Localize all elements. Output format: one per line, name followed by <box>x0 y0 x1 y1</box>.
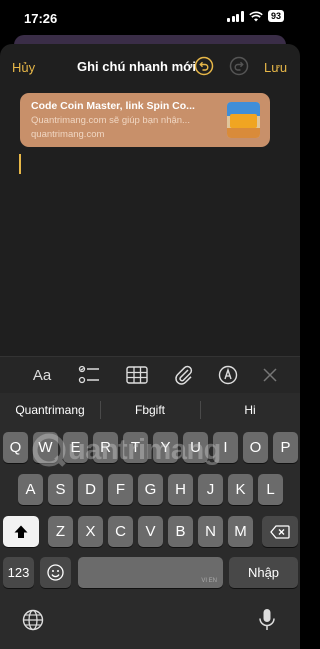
numbers-key[interactable]: 123 <box>3 557 34 588</box>
attachment-icon[interactable] <box>174 365 194 385</box>
text-cursor[interactable] <box>19 154 21 174</box>
key-j[interactable]: J <box>198 474 223 505</box>
format-text-button[interactable]: Aa <box>30 365 54 385</box>
globe-icon[interactable] <box>22 609 44 631</box>
checklist-icon[interactable] <box>78 365 100 385</box>
key-g[interactable]: G <box>138 474 163 505</box>
status-bar: 17:26 93 <box>0 0 300 38</box>
key-c[interactable]: C <box>108 516 133 547</box>
page-title: Ghi chú nhanh mới <box>77 59 197 74</box>
key-z[interactable]: Z <box>48 516 73 547</box>
status-icons: 93 <box>227 10 284 22</box>
link-description: Quantrimang.com sẽ giúp bạn nhận... <box>31 115 190 126</box>
keyboard-bottom-bar <box>0 598 300 649</box>
wifi-icon <box>249 11 263 21</box>
save-button[interactable]: Lưu <box>264 60 287 75</box>
suggestion-item[interactable]: Quantrimang <box>0 403 100 417</box>
signal-icon <box>227 10 244 22</box>
key-p[interactable]: P <box>273 432 298 463</box>
return-key[interactable]: Nhập <box>229 557 298 588</box>
key-q[interactable]: Q <box>3 432 28 463</box>
watermark-text: uantrimang <box>68 433 221 466</box>
shift-icon <box>14 525 28 538</box>
key-k[interactable]: K <box>228 474 253 505</box>
redo-icon[interactable] <box>229 56 249 76</box>
battery-indicator: 93 <box>267 10 284 22</box>
close-icon[interactable] <box>262 365 278 385</box>
emoji-icon <box>47 564 64 581</box>
suggestion-item[interactable]: Fbgift <box>100 403 200 417</box>
key-n[interactable]: N <box>198 516 223 547</box>
emoji-key[interactable] <box>40 557 71 588</box>
key-f[interactable]: F <box>108 474 133 505</box>
key-l[interactable]: L <box>258 474 283 505</box>
link-title: Code Coin Master, link Spin Co... <box>31 100 195 112</box>
watermark-logo <box>32 433 66 467</box>
backspace-icon <box>270 524 290 539</box>
link-thumbnail <box>227 102 260 138</box>
format-toolbar: Aa <box>0 356 300 393</box>
microphone-icon[interactable] <box>258 608 276 632</box>
suggestion-item[interactable]: Hi <box>200 403 300 417</box>
key-d[interactable]: D <box>78 474 103 505</box>
undo-icon[interactable] <box>194 56 214 76</box>
status-time: 17:26 <box>24 11 58 26</box>
cancel-button[interactable]: Hủy <box>12 60 35 75</box>
watermark: uantrimang <box>32 433 221 467</box>
markup-icon[interactable] <box>218 365 238 385</box>
key-m[interactable]: M <box>228 516 253 547</box>
link-domain: quantrimang.com <box>31 129 105 140</box>
key-v[interactable]: V <box>138 516 163 547</box>
link-preview-card[interactable]: Code Coin Master, link Spin Co... Quantr… <box>20 93 270 147</box>
suggestion-bar: Quantrimang Fbgift Hi <box>0 393 300 427</box>
space-key[interactable]: VI EN <box>78 557 223 588</box>
key-o[interactable]: O <box>243 432 268 463</box>
key-s[interactable]: S <box>48 474 73 505</box>
backspace-key[interactable] <box>262 516 298 547</box>
keyboard: Quantrimang Fbgift Hi Q W E R T Y U I O … <box>0 393 300 649</box>
shift-key[interactable] <box>3 516 39 547</box>
key-h[interactable]: H <box>168 474 193 505</box>
nav-bar: Hủy Ghi chú nhanh mới Lưu <box>0 44 300 90</box>
key-x[interactable]: X <box>78 516 103 547</box>
key-a[interactable]: A <box>18 474 43 505</box>
key-b[interactable]: B <box>168 516 193 547</box>
table-icon[interactable] <box>126 365 148 385</box>
